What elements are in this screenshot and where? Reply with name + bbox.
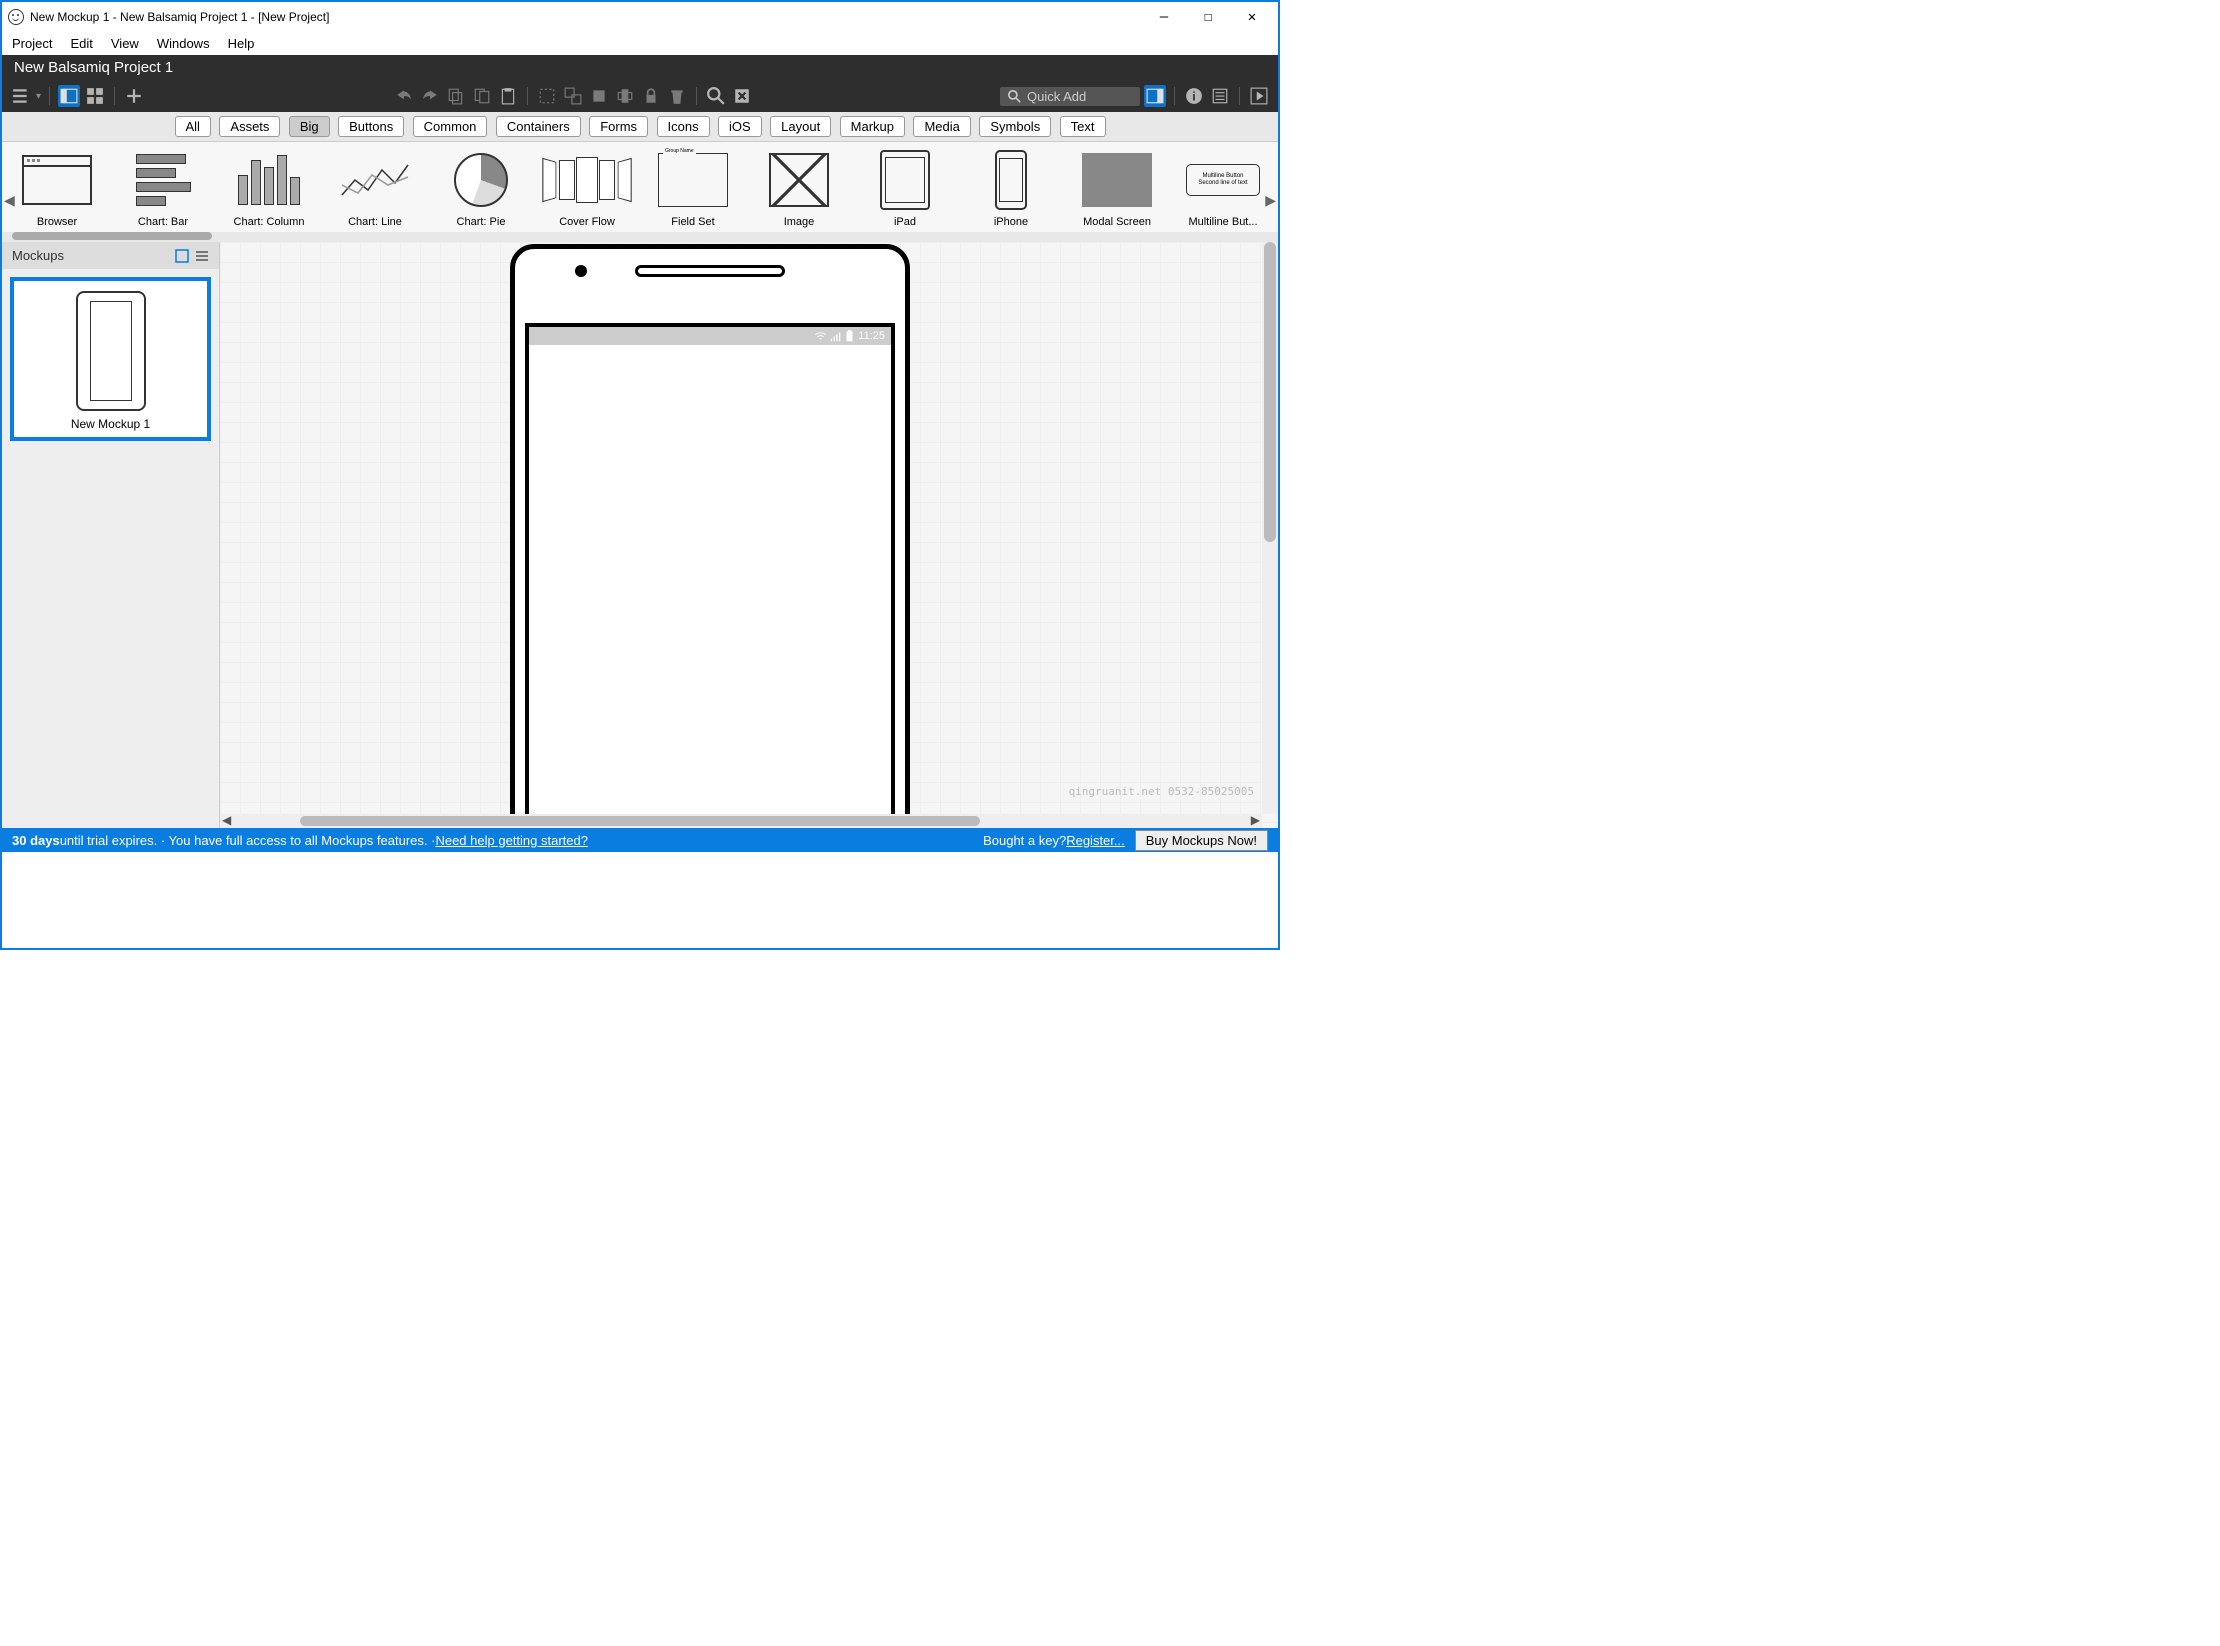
signal-icon: [830, 331, 841, 342]
lib-chart-line[interactable]: Chart: Line: [330, 150, 420, 228]
lib-browser[interactable]: Browser: [12, 150, 102, 228]
paste-icon[interactable]: [497, 85, 519, 107]
cat-big[interactable]: Big: [289, 116, 330, 137]
cat-containers[interactable]: Containers: [496, 116, 581, 137]
canvas-vscrollbar[interactable]: [1262, 242, 1278, 814]
lib-chart-bar[interactable]: Chart: Bar: [118, 150, 208, 228]
send-back-icon[interactable]: [614, 85, 636, 107]
wifi-icon: [815, 331, 826, 342]
menu-bar: Project Edit View Windows Help: [2, 32, 1278, 55]
expand-icon[interactable]: [175, 249, 189, 263]
lock-icon[interactable]: [640, 85, 662, 107]
navigator-title: Mockups: [12, 248, 64, 263]
phone-widget[interactable]: 11:25: [510, 244, 910, 828]
menu-view[interactable]: View: [111, 36, 139, 51]
panel-right-icon[interactable]: [1144, 85, 1166, 107]
group-icon[interactable]: [536, 85, 558, 107]
copy-icon[interactable]: [445, 85, 467, 107]
minimize-button[interactable]: —: [1154, 7, 1174, 27]
trash-icon[interactable]: [666, 85, 688, 107]
search-icon: [1008, 90, 1021, 103]
info-icon[interactable]: i: [1183, 85, 1205, 107]
bought-key-text: Bought a key?: [983, 833, 1066, 848]
library-next-icon[interactable]: ▶: [1265, 192, 1276, 209]
dropdown-caret-icon: ▾: [36, 91, 41, 102]
mockup-thumbnail[interactable]: New Mockup 1: [10, 277, 211, 441]
lib-multiline-button[interactable]: Multiline ButtonSecond line of textMulti…: [1178, 150, 1268, 228]
lib-ipad[interactable]: iPad: [860, 150, 950, 228]
battery-icon: [845, 330, 854, 342]
cat-layout[interactable]: Layout: [770, 116, 831, 137]
hamburger-icon[interactable]: [10, 85, 32, 107]
canvas[interactable]: 11:25 ◀▶ qingruanit.net 0532-85025005: [220, 242, 1278, 828]
watermark: qingruanit.net 0532-85025005: [1069, 785, 1254, 798]
menu-edit[interactable]: Edit: [70, 36, 92, 51]
app-icon: [8, 9, 24, 25]
lib-fieldset[interactable]: Field Set: [648, 150, 738, 228]
window-title: New Mockup 1 - New Balsamiq Project 1 - …: [30, 10, 1154, 24]
register-link[interactable]: Register...: [1066, 833, 1125, 848]
duplicate-icon[interactable]: [471, 85, 493, 107]
navigator-panel: Mockups New Mockup 1: [2, 242, 220, 828]
help-link[interactable]: Need help getting started?: [435, 833, 588, 848]
project-header: New Balsamiq Project 1: [2, 55, 1278, 80]
cat-icons[interactable]: Icons: [657, 116, 710, 137]
add-icon[interactable]: [123, 85, 145, 107]
lib-modal[interactable]: Modal Screen: [1072, 150, 1162, 228]
lib-coverflow[interactable]: Cover Flow: [542, 150, 632, 228]
lib-iphone[interactable]: iPhone: [966, 150, 1056, 228]
panel-left-icon[interactable]: [58, 85, 80, 107]
grid-view-icon[interactable]: [84, 85, 106, 107]
phone-camera-icon: [575, 265, 587, 277]
buy-button[interactable]: Buy Mockups Now!: [1135, 830, 1268, 851]
trial-text: until trial expires. · You have full acc…: [60, 833, 436, 848]
phone-speaker-icon: [635, 265, 785, 277]
cat-media[interactable]: Media: [913, 116, 970, 137]
cat-all[interactable]: All: [175, 116, 211, 137]
window-titlebar: New Mockup 1 - New Balsamiq Project 1 - …: [2, 2, 1278, 32]
lib-image[interactable]: Image: [754, 150, 844, 228]
quick-add-input[interactable]: Quick Add: [1000, 87, 1140, 106]
phone-statusbar: 11:25: [529, 327, 891, 345]
list-icon[interactable]: [195, 249, 209, 263]
redo-icon[interactable]: [419, 85, 441, 107]
cat-text[interactable]: Text: [1060, 116, 1106, 137]
zoom-fit-icon[interactable]: [731, 85, 753, 107]
status-bar: 30 days until trial expires. · You have …: [2, 828, 1278, 852]
cat-symbols[interactable]: Symbols: [979, 116, 1051, 137]
cat-ios[interactable]: iOS: [718, 116, 762, 137]
maximize-button[interactable]: ☐: [1198, 7, 1218, 27]
bring-front-icon[interactable]: [588, 85, 610, 107]
canvas-hscrollbar[interactable]: ◀▶: [220, 814, 1262, 828]
play-icon[interactable]: [1248, 85, 1270, 107]
category-tabs: All Assets Big Buttons Common Containers…: [2, 112, 1278, 142]
cat-buttons[interactable]: Buttons: [338, 116, 404, 137]
close-button[interactable]: ✕: [1242, 7, 1262, 27]
quick-add-placeholder: Quick Add: [1027, 89, 1086, 104]
menu-project[interactable]: Project: [12, 36, 52, 51]
zoom-icon[interactable]: [705, 85, 727, 107]
menu-help[interactable]: Help: [228, 36, 255, 51]
trial-days: 30 days: [12, 833, 60, 848]
lib-chart-column[interactable]: Chart: Column: [224, 150, 314, 228]
library-prev-icon[interactable]: ◀: [4, 192, 15, 209]
cat-forms[interactable]: Forms: [589, 116, 648, 137]
ui-library: Browser Chart: Bar Chart: Column Chart: …: [2, 142, 1278, 232]
ungroup-icon[interactable]: [562, 85, 584, 107]
phone-time: 11:25: [858, 330, 885, 342]
menu-windows[interactable]: Windows: [157, 36, 210, 51]
lib-chart-pie[interactable]: Chart: Pie: [436, 150, 526, 228]
library-scrollbar[interactable]: [2, 232, 1278, 242]
svg-text:i: i: [1192, 90, 1195, 104]
cat-markup[interactable]: Markup: [840, 116, 905, 137]
cat-common[interactable]: Common: [413, 116, 488, 137]
cat-assets[interactable]: Assets: [219, 116, 280, 137]
mockup-label: New Mockup 1: [24, 417, 197, 431]
toolbar: ▾ Quick Add i: [2, 80, 1278, 112]
undo-icon[interactable]: [393, 85, 415, 107]
notes-icon[interactable]: [1209, 85, 1231, 107]
